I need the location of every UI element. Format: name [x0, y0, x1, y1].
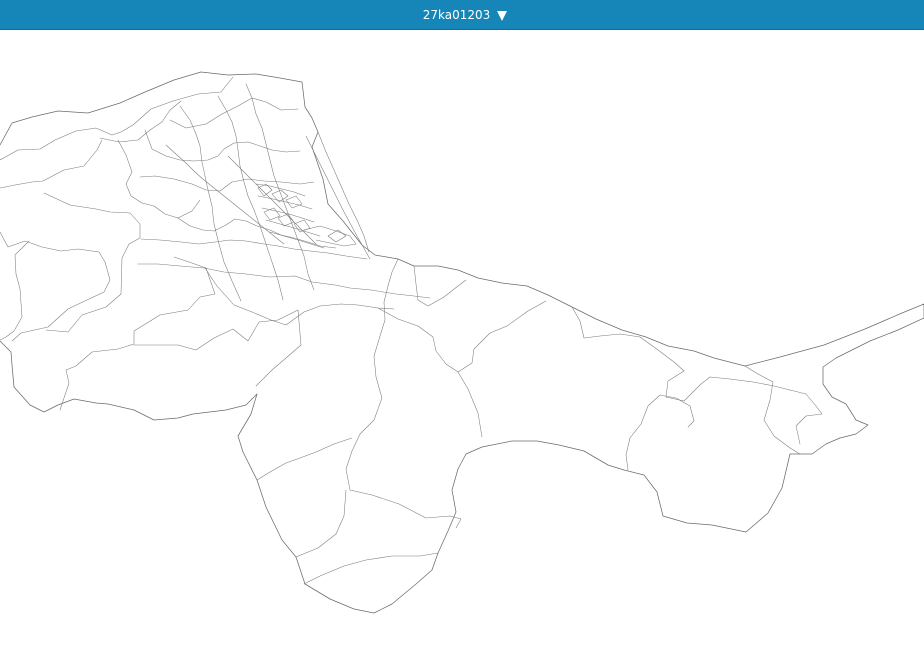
dataset-selector[interactable]: 27ka01203 [417, 9, 508, 21]
top-bar: 27ka01203 [0, 0, 924, 30]
map-area[interactable] [0, 30, 924, 660]
triangle-down-icon [497, 10, 508, 21]
boundary-map[interactable] [0, 30, 924, 660]
dataset-label: 27ka01203 [422, 7, 491, 22]
map-outline [0, 71, 924, 614]
